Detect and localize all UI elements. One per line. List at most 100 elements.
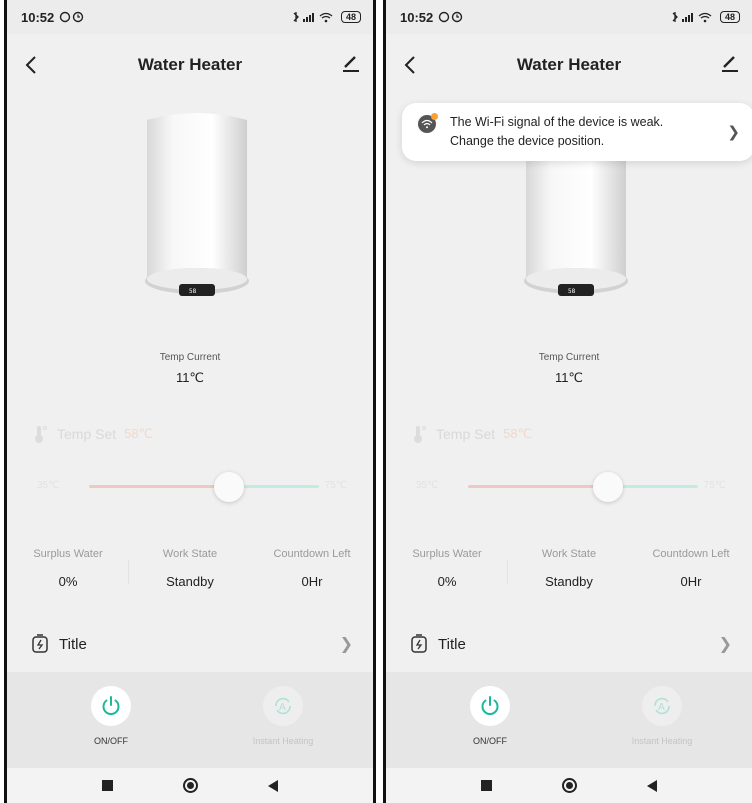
temp-current-value: 11℃ — [554, 370, 584, 385]
stat-label: Surplus Water — [33, 548, 103, 560]
stats-row: Surplus Water 0% Work State Standby Coun… — [386, 548, 752, 598]
slider-min-label: 35℃ — [37, 480, 60, 491]
stat-surplus-water: Surplus Water 0% — [386, 548, 508, 598]
stat-label: Countdown Left — [652, 548, 730, 560]
stat-value: Standby — [545, 574, 593, 589]
instant-heating-button[interactable]: A — [642, 686, 682, 726]
nav-bar: Water Heater — [7, 34, 373, 96]
temp-current-label: Temp Current — [538, 352, 600, 363]
recent-apps-icon[interactable] — [102, 780, 113, 791]
edit-icon[interactable] — [337, 50, 363, 76]
onoff-button[interactable] — [91, 686, 131, 726]
title-label: Title — [59, 635, 87, 653]
auto-heat-icon: A — [275, 697, 291, 715]
notification-line-1: The Wi-Fi signal of the device is weak. — [450, 115, 664, 129]
phone-screen-left: 10:52 48 Water Heater 58 Temp Current 11… — [4, 0, 376, 803]
home-icon[interactable] — [183, 778, 198, 793]
warning-dot — [431, 113, 438, 120]
instant-heating-control: A Instant Heating — [612, 686, 712, 746]
thermometer-icon — [35, 426, 47, 443]
notification-line-2: Change the device position. — [450, 134, 605, 148]
stat-value: 0Hr — [680, 574, 702, 589]
slider-max-label: 75℃ — [324, 480, 347, 491]
slider-thumb[interactable] — [593, 472, 623, 502]
stat-countdown-left: Countdown Left 0Hr — [251, 548, 373, 598]
bottom-controls: ON/OFF A Instant Heating — [7, 672, 373, 768]
back-icon[interactable] — [19, 52, 45, 78]
stat-label: Surplus Water — [412, 548, 482, 560]
edit-icon[interactable] — [716, 50, 742, 76]
onoff-button[interactable] — [470, 686, 510, 726]
temp-slider[interactable]: 35℃ 75℃ — [386, 472, 752, 502]
stat-countdown-left: Countdown Left 0Hr — [630, 548, 752, 598]
back-icon[interactable] — [398, 52, 424, 78]
title-row[interactable]: Title ❯ — [7, 625, 373, 663]
battery-indicator: 48 — [340, 11, 361, 23]
battery-indicator: 48 — [719, 11, 740, 23]
stat-value: 0% — [437, 574, 457, 589]
heater-display: 58 — [568, 288, 576, 295]
notification-message: The Wi-Fi signal of the device is weak. … — [450, 113, 727, 151]
slider-track-warm — [468, 485, 608, 488]
slider-thumb[interactable] — [214, 472, 244, 502]
chevron-right-icon: ❯ — [718, 636, 732, 653]
stat-label: Work State — [541, 548, 597, 560]
temp-slider[interactable]: 35℃ 75℃ — [7, 472, 373, 502]
status-time: 10:52 — [21, 9, 55, 25]
weak-wifi-notification[interactable]: The Wi-Fi signal of the device is weak. … — [402, 103, 752, 161]
heater-display: 58 — [189, 288, 197, 295]
instant-heating-control: A Instant Heating — [233, 686, 333, 746]
onoff-label: ON/OFF — [473, 736, 507, 746]
timer-icon — [32, 634, 48, 653]
status-bar: 10:52 48 — [386, 0, 752, 34]
svg-text:A: A — [658, 702, 665, 713]
signal-icon — [672, 12, 712, 23]
power-icon — [481, 696, 499, 715]
system-nav-bar — [386, 768, 752, 803]
stat-label: Work State — [162, 548, 218, 560]
timer-icon — [411, 634, 427, 653]
stat-value: 0% — [58, 574, 78, 589]
page-title: Water Heater — [137, 55, 243, 74]
bottom-controls: ON/OFF A Instant Heating — [386, 672, 752, 768]
instant-heating-label: Instant Heating — [631, 736, 693, 746]
slider-max-label: 75℃ — [703, 480, 726, 491]
svg-text:A: A — [279, 702, 286, 713]
stat-label: Countdown Left — [273, 548, 351, 560]
temp-set-row: Temp Set 58℃ — [33, 424, 153, 444]
status-time: 10:52 — [400, 9, 434, 25]
recent-apps-icon[interactable] — [481, 780, 492, 791]
stat-surplus-water: Surplus Water 0% — [7, 548, 129, 598]
page-title: Water Heater — [516, 55, 622, 74]
temp-set-value: 58℃ — [503, 426, 533, 441]
system-back-icon[interactable] — [268, 779, 278, 792]
temp-current-label: Temp Current — [159, 352, 221, 363]
home-icon[interactable] — [562, 778, 577, 793]
onoff-label: ON/OFF — [94, 736, 128, 746]
slider-min-label: 35℃ — [416, 480, 439, 491]
temp-set-value: 58℃ — [124, 426, 154, 441]
alarm-icon — [439, 11, 463, 23]
temp-set-label: Temp Set — [436, 426, 496, 442]
system-nav-bar — [7, 768, 373, 803]
title-label: Title — [438, 635, 466, 653]
temp-set-row: Temp Set 58℃ — [412, 424, 532, 444]
chevron-right-icon: ❯ — [727, 124, 740, 141]
water-heater-image: 58 — [145, 113, 249, 296]
phone-screen-right: 10:52 48 Water Heater 58 The Wi-Fi signa… — [383, 0, 752, 803]
stat-work-state: Work State Standby — [508, 548, 630, 598]
instant-heating-label: Instant Heating — [252, 736, 314, 746]
stat-value: 0Hr — [301, 574, 323, 589]
title-row[interactable]: Title ❯ — [386, 625, 752, 663]
system-back-icon[interactable] — [647, 779, 657, 792]
stats-row: Surplus Water 0% Work State Standby Coun… — [7, 548, 373, 598]
nav-bar: Water Heater — [386, 34, 752, 96]
stat-value: Standby — [166, 574, 214, 589]
status-bar: 10:52 48 — [7, 0, 373, 34]
thermometer-icon — [414, 426, 426, 443]
power-icon — [102, 696, 120, 715]
auto-heat-icon: A — [654, 697, 670, 715]
alarm-icon — [60, 11, 84, 23]
instant-heating-button[interactable]: A — [263, 686, 303, 726]
onoff-control: ON/OFF — [61, 686, 161, 746]
